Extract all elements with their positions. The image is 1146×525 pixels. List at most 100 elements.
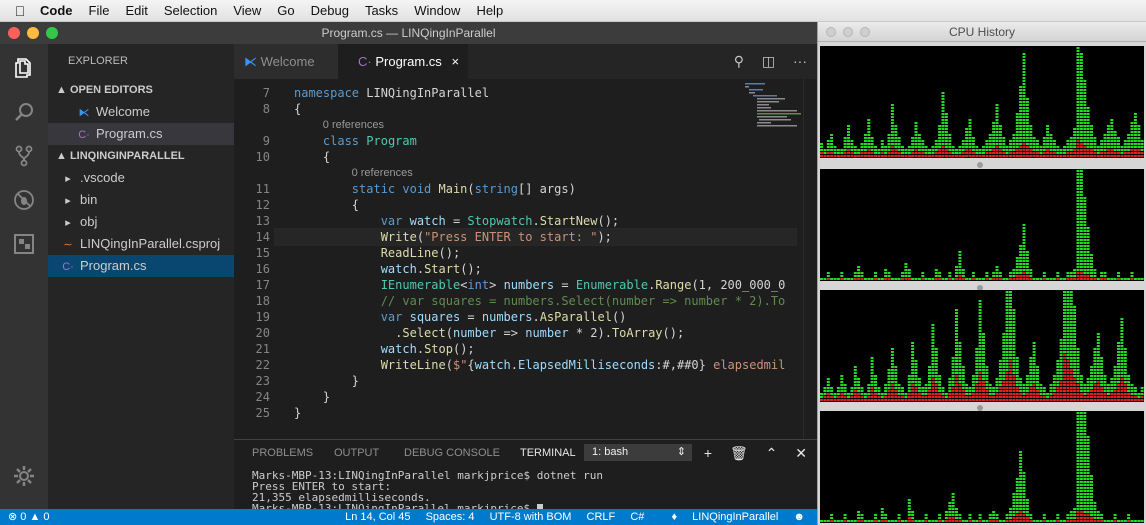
terminal-select[interactable]: 1: bash ⇕: [584, 444, 692, 461]
menu-view[interactable]: View: [233, 3, 261, 18]
menu-file[interactable]: File: [89, 3, 110, 18]
tab-problems[interactable]: PROBLEMS: [252, 440, 313, 466]
code-line[interactable]: ReadLine();: [294, 245, 460, 261]
code-line[interactable]: watch.Start();: [294, 261, 482, 277]
cpu-user-segment: [971, 275, 975, 277]
minimize-window-button[interactable]: [27, 27, 39, 39]
code-line[interactable]: namespace LINQingInParallel: [294, 85, 489, 101]
folder-vscode[interactable]: ▸ .vscode: [48, 167, 234, 189]
menu-app[interactable]: Code: [40, 3, 73, 18]
code-line[interactable]: var squares = numbers.AsParallel(): [294, 309, 627, 325]
close-panel-icon[interactable]: ✕: [795, 445, 807, 461]
menu-edit[interactable]: Edit: [125, 3, 147, 18]
cpu-user-segment: [874, 381, 877, 383]
code-line[interactable]: var watch = Stopwatch.StartNew();: [294, 213, 619, 229]
code-line[interactable]: IEnumerable<int> numbers = Enumerable.Ra…: [294, 277, 786, 293]
cursor-position[interactable]: Ln 14, Col 45: [345, 511, 410, 523]
folder-bin[interactable]: ▸ bin: [48, 189, 234, 211]
project-selector[interactable]: ♦ LINQingInParallel: [659, 511, 778, 523]
code-line[interactable]: }: [294, 373, 359, 389]
cpu-system-segment: [1046, 155, 1050, 157]
cpu-system-segment: [1019, 393, 1023, 395]
cpu-user-segment: [998, 275, 1002, 277]
menu-tasks[interactable]: Tasks: [365, 3, 398, 18]
cpu-user-segment: [1059, 360, 1063, 362]
file-csproj[interactable]: ∼ LINQingInParallel.csproj: [48, 233, 234, 255]
code-line[interactable]: }: [294, 389, 330, 405]
menu-selection[interactable]: Selection: [164, 3, 217, 18]
code-line[interactable]: class Program: [294, 133, 417, 149]
code-editor[interactable]: 7 namespace LINQingInParallel 8{0 referenc…: [234, 79, 817, 439]
code-line[interactable]: }: [294, 405, 301, 421]
code-line[interactable]: .Select(number => number * 2).ToArray();: [294, 325, 684, 341]
tab-welcome[interactable]: ⧔ Welcome: [234, 44, 338, 79]
menu-help[interactable]: Help: [476, 3, 503, 18]
cpu-user-segment: [1117, 366, 1120, 368]
splitter-knob[interactable]: [977, 162, 983, 168]
maximize-panel-icon[interactable]: ⌃: [766, 445, 778, 461]
code-line[interactable]: {: [294, 197, 359, 213]
split-editor-icon[interactable]: ◫: [762, 53, 775, 69]
open-editors-header[interactable]: ▲ OPEN EDITORS: [48, 79, 234, 101]
indentation[interactable]: Spaces: 4: [426, 511, 475, 523]
add-terminal-icon[interactable]: +: [704, 445, 712, 461]
menu-debug[interactable]: Debug: [311, 3, 349, 18]
file-program-cs[interactable]: C· Program.cs: [48, 255, 234, 277]
apple-icon[interactable]: : [0, 3, 40, 19]
zoom-window-button[interactable]: [860, 27, 870, 37]
debug-icon[interactable]: [10, 188, 38, 216]
cpu-user-segment: [951, 357, 955, 359]
cpu-system-segment: [1100, 152, 1104, 154]
open-editor-program[interactable]: C· Program.cs: [48, 123, 234, 145]
cpu-system-segment: [1130, 152, 1134, 154]
terminal-output[interactable]: Marks-MBP-13:LINQingInParallel markjpric…: [252, 470, 603, 514]
code-line[interactable]: {: [294, 101, 301, 117]
code-line[interactable]: watch.Stop();: [294, 341, 475, 357]
more-actions-icon[interactable]: ···: [793, 53, 807, 69]
codelens-references[interactable]: 0 references: [323, 117, 384, 133]
source-control-icon[interactable]: [10, 144, 38, 172]
language-mode[interactable]: C#: [630, 511, 644, 523]
open-editor-welcome[interactable]: ⧔ Welcome: [48, 101, 234, 123]
cpu-user-segment: [1032, 351, 1036, 353]
editor-scrollbar[interactable]: [803, 79, 817, 439]
cpu-user-segment: [890, 122, 894, 124]
files-icon[interactable]: [10, 56, 38, 84]
warnings-count[interactable]: ▲ 0: [29, 511, 49, 523]
cpu-user-segment: [1090, 502, 1093, 504]
line-ending[interactable]: CRLF: [587, 511, 616, 523]
search-icon[interactable]: [10, 100, 38, 128]
tab-terminal[interactable]: TERMINAL: [520, 440, 576, 466]
encoding[interactable]: UTF-8 with BOM: [490, 511, 572, 523]
cpu-user-segment: [1002, 375, 1006, 377]
code-line[interactable]: {: [294, 149, 330, 165]
minimize-window-button[interactable]: [843, 27, 853, 37]
settings-icon[interactable]: [10, 464, 38, 492]
cpu-user-segment: [1015, 134, 1019, 136]
tab-debug-console[interactable]: DEBUG CONSOLE: [404, 440, 500, 466]
cpu-system-segment: [914, 393, 918, 395]
close-window-button[interactable]: [826, 27, 836, 37]
codelens-references[interactable]: 0 references: [352, 165, 413, 181]
tab-output[interactable]: OUTPUT: [334, 440, 379, 466]
zoom-window-button[interactable]: [46, 27, 58, 39]
extensions-icon[interactable]: [10, 232, 38, 260]
minimap[interactable]: [743, 79, 803, 139]
cpu-user-segment: [1015, 137, 1019, 139]
code-line[interactable]: static void Main(string[] args): [294, 181, 576, 197]
tab-program-cs[interactable]: C· Program.cs ×: [338, 44, 468, 79]
errors-count[interactable]: ⊗ 0: [8, 511, 26, 523]
trash-icon[interactable]: 🗑: [730, 445, 748, 461]
menu-window[interactable]: Window: [414, 3, 460, 18]
folder-obj[interactable]: ▸ obj: [48, 211, 234, 233]
code-line[interactable]: Write("Press ENTER to start: ");: [294, 229, 612, 245]
cpu-user-segment: [1005, 336, 1009, 338]
feedback-icon[interactable]: ☻: [793, 511, 805, 523]
code-line[interactable]: // var squares = numbers.Select(number =…: [294, 293, 786, 309]
project-header[interactable]: ▲ LINQINGINPARALLEL: [48, 145, 234, 167]
menu-go[interactable]: Go: [277, 3, 294, 18]
open-preview-icon[interactable]: ⚲: [734, 53, 744, 69]
close-window-button[interactable]: [8, 27, 20, 39]
code-line[interactable]: WriteLine($"{watch.ElapsedMilliseconds:#…: [294, 357, 786, 373]
close-tab-icon[interactable]: ×: [451, 54, 459, 69]
